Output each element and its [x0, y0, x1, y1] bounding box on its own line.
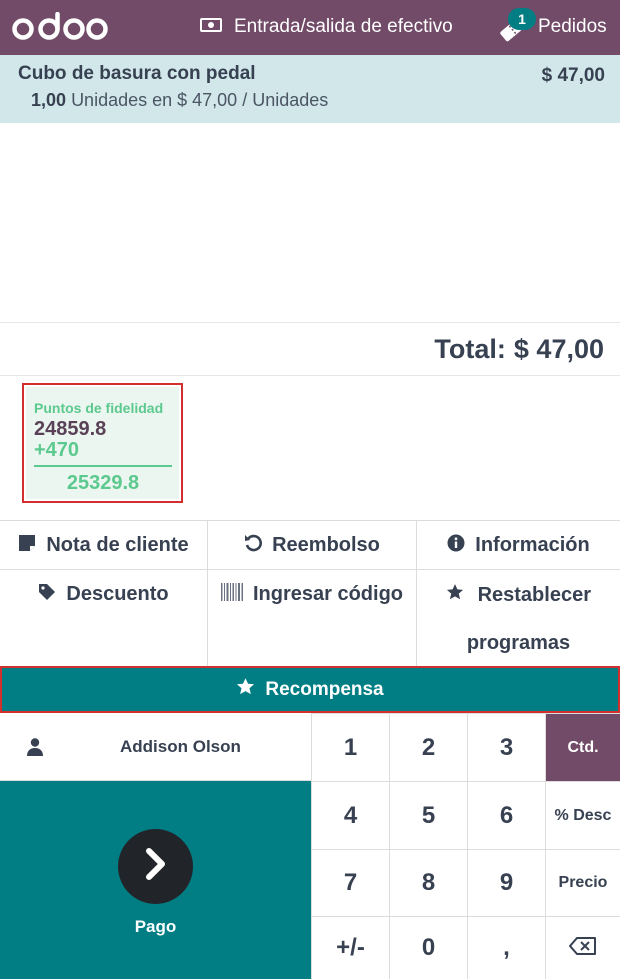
orders-button[interactable]: 1 Pedidos [498, 8, 607, 44]
pay-circle [118, 829, 193, 904]
order-line-unit-detail: Unidades en $ 47,00 / Unidades [71, 90, 329, 110]
numpad-key-1[interactable]: 1 [311, 713, 389, 781]
payment-label: Pago [134, 917, 177, 936]
loyalty-new-total: 25329.8 [66, 472, 140, 494]
refund-label: Reembolso [272, 534, 380, 556]
undo-icon [244, 534, 263, 558]
reset-programs-button[interactable]: Restablecer programas [417, 583, 620, 667]
numpad-key-8[interactable]: 8 [389, 849, 467, 916]
discount-button[interactable]: Descuento [0, 583, 207, 618]
customer-note-button[interactable]: Nota de cliente [0, 534, 207, 569]
info-label: Información [475, 534, 590, 556]
numpad-key-3[interactable]: 3 [467, 713, 545, 781]
backspace-icon [569, 936, 597, 960]
orders-label: Pedidos [538, 16, 607, 37]
cash-in-out-button[interactable]: Entrada/salida de efectivo [200, 10, 453, 44]
numpad-key-decimal[interactable]: , [467, 916, 545, 979]
numpad-key-5[interactable]: 5 [389, 781, 467, 849]
control-buttons: Nota de cliente Reembolso Información De… [0, 520, 620, 667]
numpad-key-2[interactable]: 2 [389, 713, 467, 781]
sticky-note-icon [18, 534, 36, 558]
refund-button[interactable]: Reembolso [208, 534, 416, 569]
tag-icon [38, 583, 56, 607]
ticket-icon: 1 [498, 8, 536, 42]
numpad-key-7[interactable]: 7 [311, 849, 389, 916]
loyalty-added-points: +470 [34, 439, 80, 461]
loyalty-points-panel: Puntos de fidelidad 24859.8 +470 25329.8 [26, 387, 179, 499]
odoo-logo-mark [12, 12, 108, 40]
reward-star-icon [236, 677, 255, 702]
star-icon [446, 571, 464, 619]
money-bill-icon [200, 16, 222, 38]
info-button[interactable]: Información [417, 534, 620, 569]
total-label: Total: [434, 333, 506, 364]
numpad-key-4[interactable]: 4 [311, 781, 389, 849]
reward-label: Recompensa [265, 678, 384, 700]
loyalty-title: Puntos de fidelidad [34, 400, 164, 416]
numpad-mode-quantity[interactable]: Ctd. [545, 713, 620, 781]
loyalty-points-box: Puntos de fidelidad 24859.8 +470 25329.8 [22, 383, 183, 503]
orders-count-badge: 1 [508, 8, 536, 30]
payment-button[interactable]: Pago [0, 781, 311, 979]
order-line-product-name: Cubo de basura con pedal [18, 63, 256, 84]
chevron-right-icon [142, 847, 170, 886]
numpad-key-9[interactable]: 9 [467, 849, 545, 916]
reset-programs-content: Restablecer programas [434, 571, 604, 667]
reward-button[interactable]: Recompensa [0, 666, 620, 713]
discount-label: Descuento [66, 583, 169, 605]
cash-in-out-label: Entrada/salida de efectivo [234, 16, 453, 37]
numpad-key-0[interactable]: 0 [389, 916, 467, 979]
info-circle-icon [447, 534, 465, 558]
order-line-quantity: 1,00 [31, 90, 67, 110]
enter-code-label: Ingresar código [252, 583, 404, 605]
customer-button[interactable]: Addison Olson [0, 713, 311, 781]
reset-programs-label: Restablecer programas [466, 584, 591, 654]
enter-code-button[interactable]: Ingresar código [208, 583, 416, 618]
total-amount: $ 47,00 [513, 333, 604, 364]
loyalty-current-points: 24859.8 [34, 418, 107, 440]
customer-name: Addison Olson [120, 737, 241, 756]
loyalty-divider [34, 465, 172, 467]
numpad-mode-discount[interactable]: % Desc [545, 781, 620, 849]
numpad-key-6[interactable]: 6 [467, 781, 545, 849]
odoo-logo[interactable] [12, 9, 108, 45]
numpad-mode-price[interactable]: Precio [545, 849, 620, 916]
numpad-key-plus-minus[interactable]: +/- [311, 916, 389, 979]
numpad-backspace[interactable] [545, 916, 620, 979]
order-line-selected[interactable]: Cubo de basura con pedal $ 47,00 1,00 Un… [0, 55, 620, 123]
control-divider-h [0, 569, 620, 570]
order-line-price: $ 47,00 [541, 65, 605, 86]
top-navbar: Entrada/salida de efectivo 1 Pedidos [0, 0, 620, 55]
barcode-icon [220, 583, 243, 607]
user-icon [27, 738, 43, 761]
order-total: Total: $ 47,00 [0, 322, 620, 376]
customer-note-label: Nota de cliente [46, 534, 189, 556]
order-line-detail: 1,00 Unidades en $ 47,00 / Unidades [18, 90, 604, 111]
